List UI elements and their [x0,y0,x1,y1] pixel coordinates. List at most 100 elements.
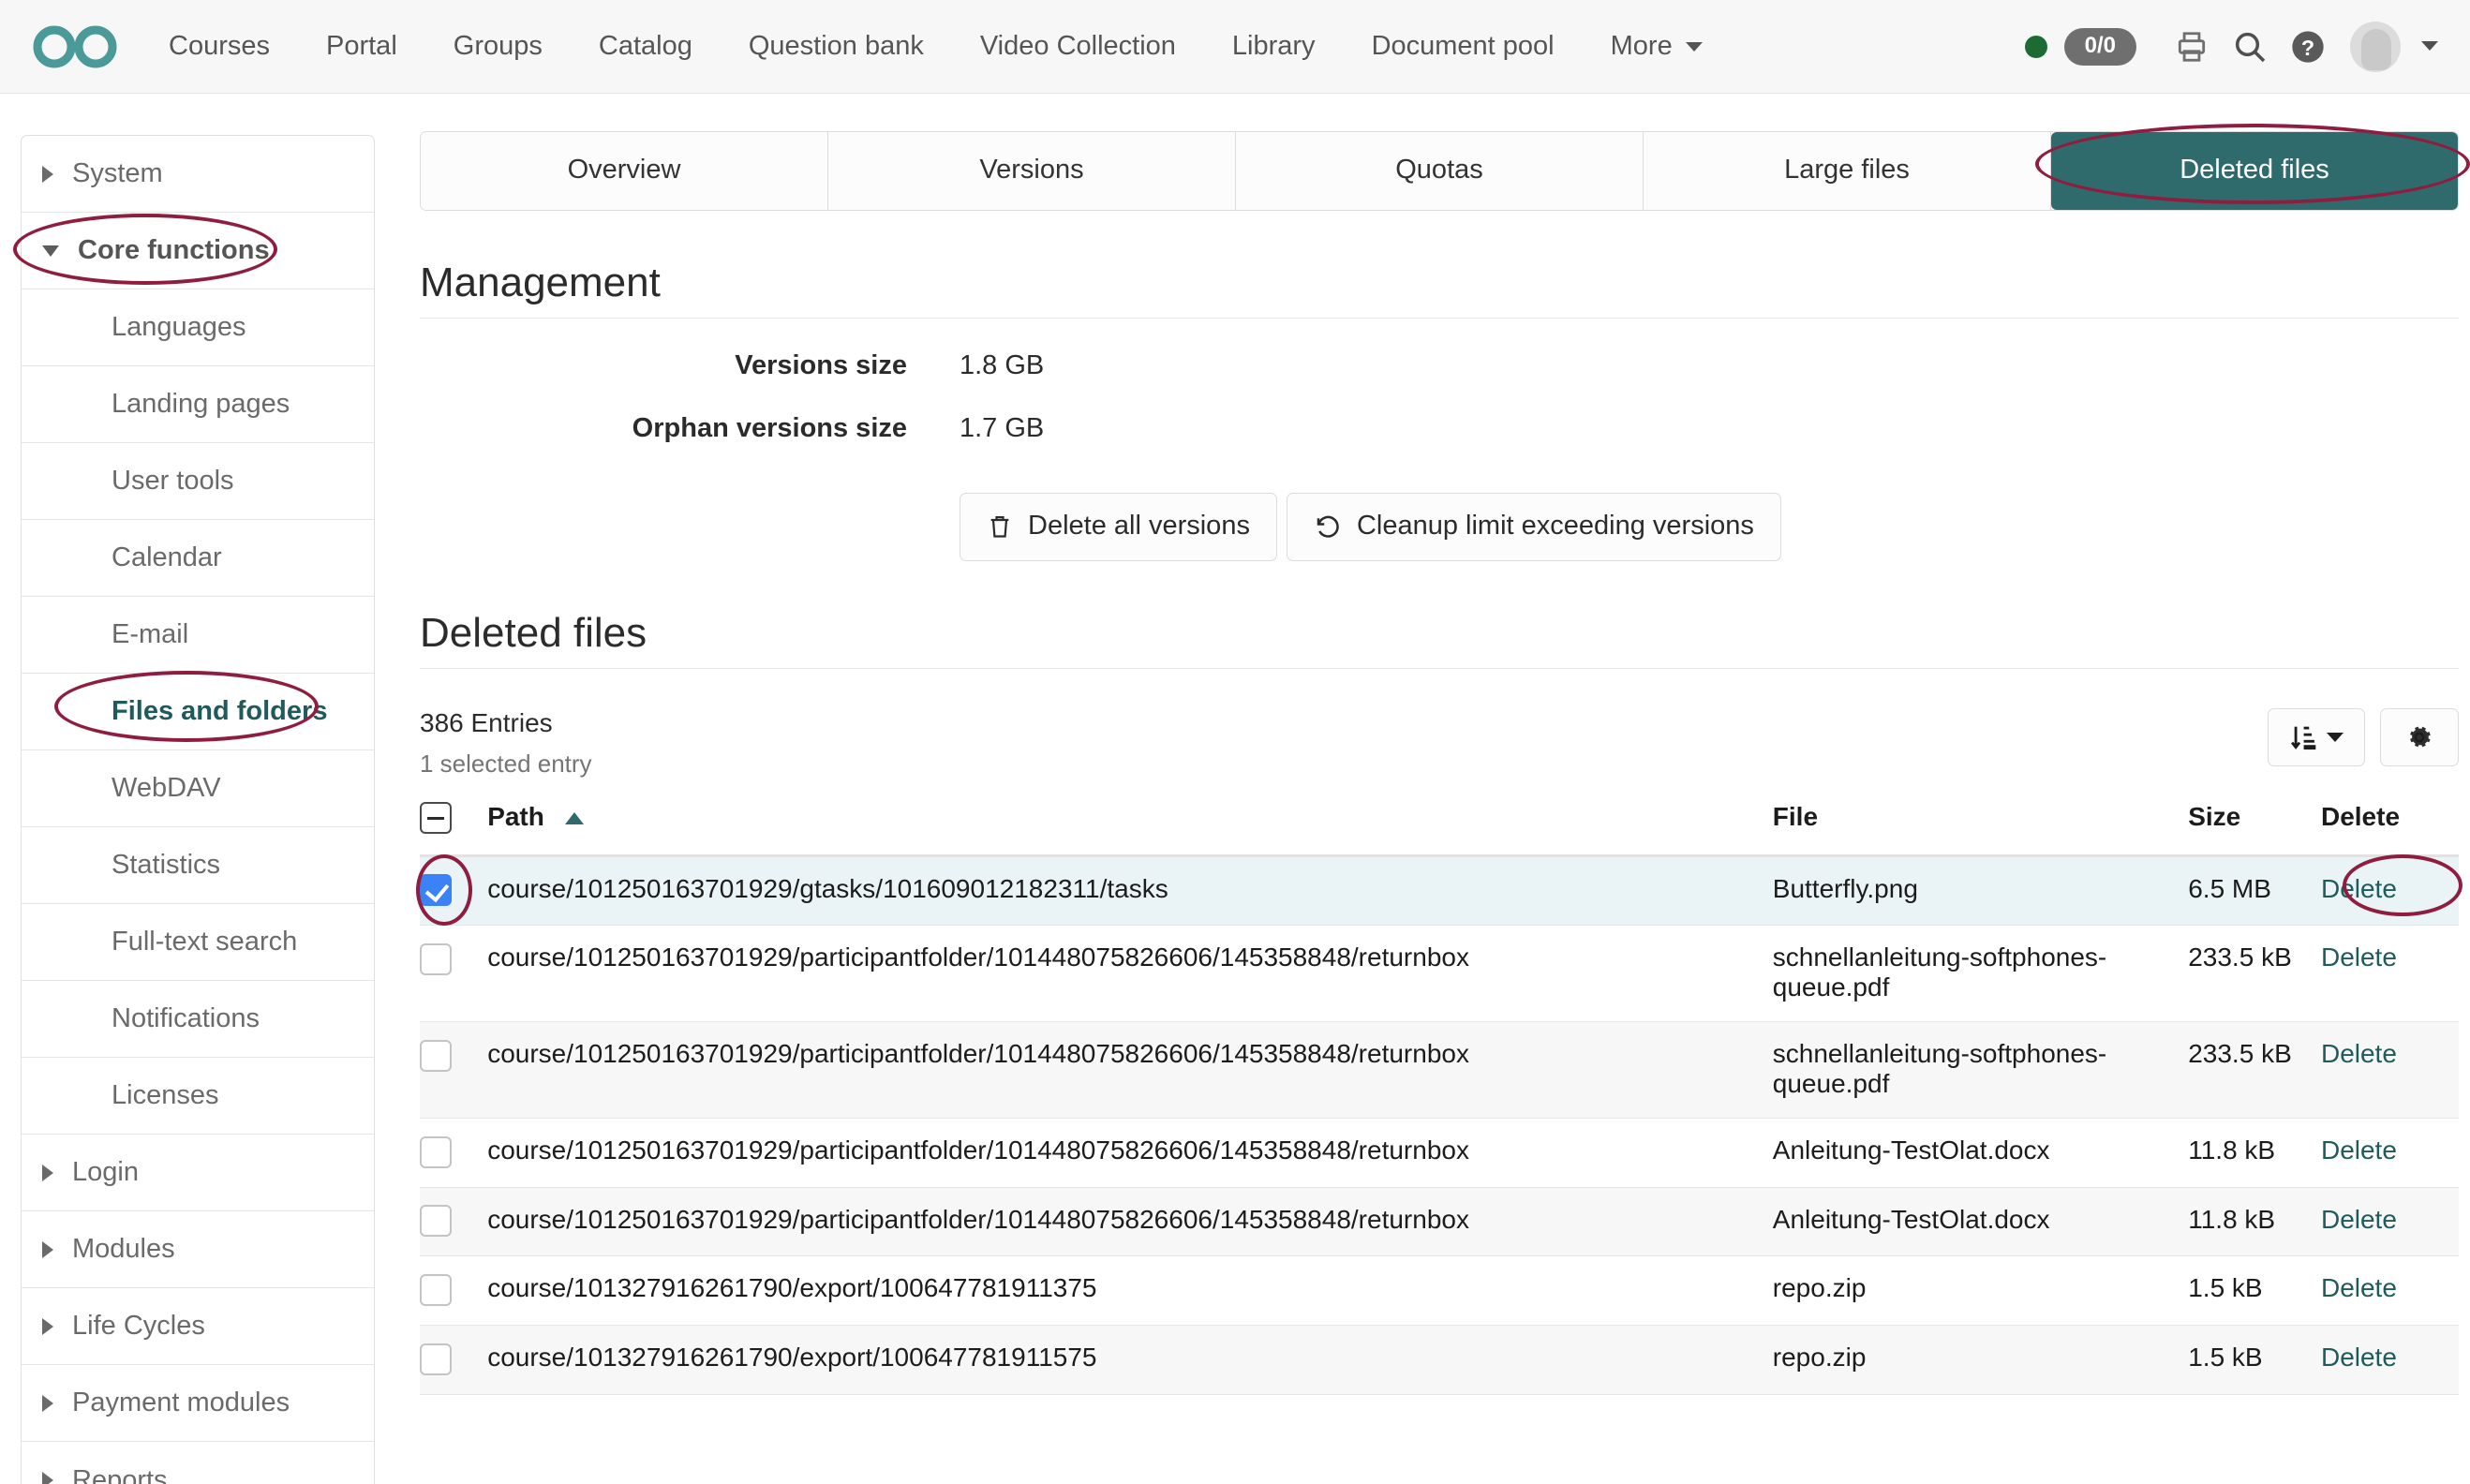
sidebar-item-webdav[interactable]: WebDAV [22,750,374,827]
assessment-count-badge[interactable]: 0/0 [2063,27,2136,66]
deleted-files-table: Path File Size Delete course/10125016370… [420,801,2459,1395]
sidebar-item-label: Life Cycles [72,1311,205,1341]
row-checkbox[interactable] [420,1135,452,1168]
row-checkbox[interactable] [420,1039,452,1072]
tab-versions[interactable]: Versions [828,132,1236,210]
delete-link[interactable]: Delete [2321,942,2397,972]
sidebar-item-core-functions[interactable]: Core functions [22,213,374,289]
tab-large-files[interactable]: Large files [1644,132,2051,210]
sidebar-item-landing-pages[interactable]: Landing pages [22,366,374,443]
sidebar-item-licenses[interactable]: Licenses [22,1058,374,1135]
chevron-right-icon [42,1164,53,1181]
row-checkbox[interactable] [420,1343,452,1375]
table-row[interactable]: course/101327916261790/export/1006477819… [420,1325,2459,1395]
delete-link[interactable]: Delete [2321,1343,2397,1372]
nav-link-catalog[interactable]: Catalog [571,22,721,71]
chevron-right-icon [42,1472,53,1484]
user-menu-chevron-down-icon[interactable] [2421,38,2438,55]
row-size: 233.5 kB [2188,925,2304,1023]
sidebar-item-languages[interactable]: Languages [22,289,374,366]
table-toolbar: 386 Entries 1 selected entry [420,708,2459,779]
row-select-cell [420,1187,488,1257]
row-checkbox[interactable] [420,942,452,975]
sidebar-item-calendar[interactable]: Calendar [22,520,374,597]
versions-size-label: Versions size [735,350,907,380]
brand-logo[interactable] [26,13,124,81]
select-all-checkbox[interactable] [420,801,452,834]
sidebar-item-statistics[interactable]: Statistics [22,827,374,904]
row-size: 233.5 kB [2188,1021,2304,1120]
search-icon[interactable] [2221,18,2279,76]
settings-button[interactable] [2380,708,2459,766]
tab-overview[interactable]: Overview [421,132,828,210]
nav-link-courses[interactable]: Courses [141,22,298,71]
entries-count: 386 Entries [420,708,553,737]
sort-amount-down-icon [2291,726,2316,750]
sort-button[interactable] [2268,708,2365,766]
sidebar-item-modules[interactable]: Modules [22,1211,374,1288]
delete-link[interactable]: Delete [2321,1273,2397,1302]
table-row[interactable]: course/101250163701929/participantfolder… [420,1021,2459,1120]
sidebar-item-user-tools[interactable]: User tools [22,443,374,520]
nav-link-groups[interactable]: Groups [425,22,571,71]
sidebar-item-label: Notifications [112,1003,260,1033]
orphan-versions-size-label: Orphan versions size [632,413,907,443]
row-file: repo.zip [1772,1325,2189,1395]
chevron-down-icon [2327,733,2344,742]
delete-all-versions-button[interactable]: Delete all versions [960,493,1277,561]
delete-link[interactable]: Delete [2321,1039,2397,1068]
help-icon[interactable]: ? [2279,18,2337,76]
nav-link-portal[interactable]: Portal [298,22,425,71]
cleanup-limit-exceeding-versions-label: Cleanup limit exceeding versions [1356,511,1754,541]
versions-size-row: Versions size 1.8 GB [420,350,2470,381]
row-delete-cell: Delete [2303,925,2459,1023]
row-checkbox[interactable] [420,874,452,907]
row-checkbox[interactable] [420,1274,452,1307]
sidebar-item-full-text-search[interactable]: Full-text search [22,904,374,981]
file-header[interactable]: File [1772,801,2189,857]
sidebar-item-label: WebDAV [112,773,221,803]
history-undo-icon [1317,515,1339,538]
tab-deleted-files[interactable]: Deleted files [2051,132,2458,210]
nav-link-document-pool[interactable]: Document pool [1344,22,1583,71]
nav-link-library[interactable]: Library [1204,22,1344,71]
sidebar-list: System Core functions Languages Landing … [21,135,375,1484]
table-row[interactable]: course/101250163701929/gtasks/1016090121… [420,855,2459,927]
path-header[interactable]: Path [487,801,1773,857]
nav-link-more[interactable]: More [1583,22,1731,71]
tab-quotas[interactable]: Quotas [1236,132,1644,210]
main-content: Overview Versions Quotas Large files Del… [394,94,2470,1395]
sidebar-item-login[interactable]: Login [22,1135,374,1211]
sidebar-item-payment-modules[interactable]: Payment modules [22,1365,374,1442]
sidebar-item-reports[interactable]: Reports [22,1442,374,1484]
chevron-down-icon [42,245,59,257]
chevron-right-icon [42,165,53,183]
sidebar-item-system[interactable]: System [22,136,374,213]
row-checkbox[interactable] [420,1205,452,1238]
cleanup-limit-exceeding-versions-button[interactable]: Cleanup limit exceeding versions [1286,493,1781,561]
table-row[interactable]: course/101250163701929/participantfolder… [420,1118,2459,1188]
sidebar-item-label: Login [72,1157,139,1187]
sidebar-item-notifications[interactable]: Notifications [22,981,374,1058]
sidebar-item-label: User tools [112,466,234,496]
delete-link[interactable]: Delete [2321,1205,2397,1234]
delete-link[interactable]: Delete [2321,1135,2397,1165]
sidebar-item-life-cycles[interactable]: Life Cycles [22,1288,374,1365]
avatar[interactable] [2350,21,2401,72]
sidebar-item-files-and-folders[interactable]: Files and folders [22,674,374,750]
row-delete-cell: Delete [2303,1187,2459,1257]
table-row[interactable]: course/101250163701929/participantfolder… [420,925,2459,1023]
table-row[interactable]: course/101327916261790/export/1006477819… [420,1255,2459,1327]
path-header-label: Path [487,802,544,832]
table-row[interactable]: course/101250163701929/participantfolder… [420,1187,2459,1257]
sidebar-item-email[interactable]: E-mail [22,597,374,674]
delete-link[interactable]: Delete [2321,874,2397,903]
row-path: course/101250163701929/gtasks/1016090121… [487,855,1773,927]
nav-link-video-collection[interactable]: Video Collection [952,22,1204,71]
nav-link-question-bank[interactable]: Question bank [721,22,952,71]
size-header[interactable]: Size [2188,801,2304,857]
print-icon[interactable] [2163,18,2221,76]
management-actions: Delete all versions Cleanup limit exceed… [960,493,2470,561]
sort-ascending-icon[interactable] [564,812,584,825]
deleted-files-heading: Deleted files [420,610,2459,669]
